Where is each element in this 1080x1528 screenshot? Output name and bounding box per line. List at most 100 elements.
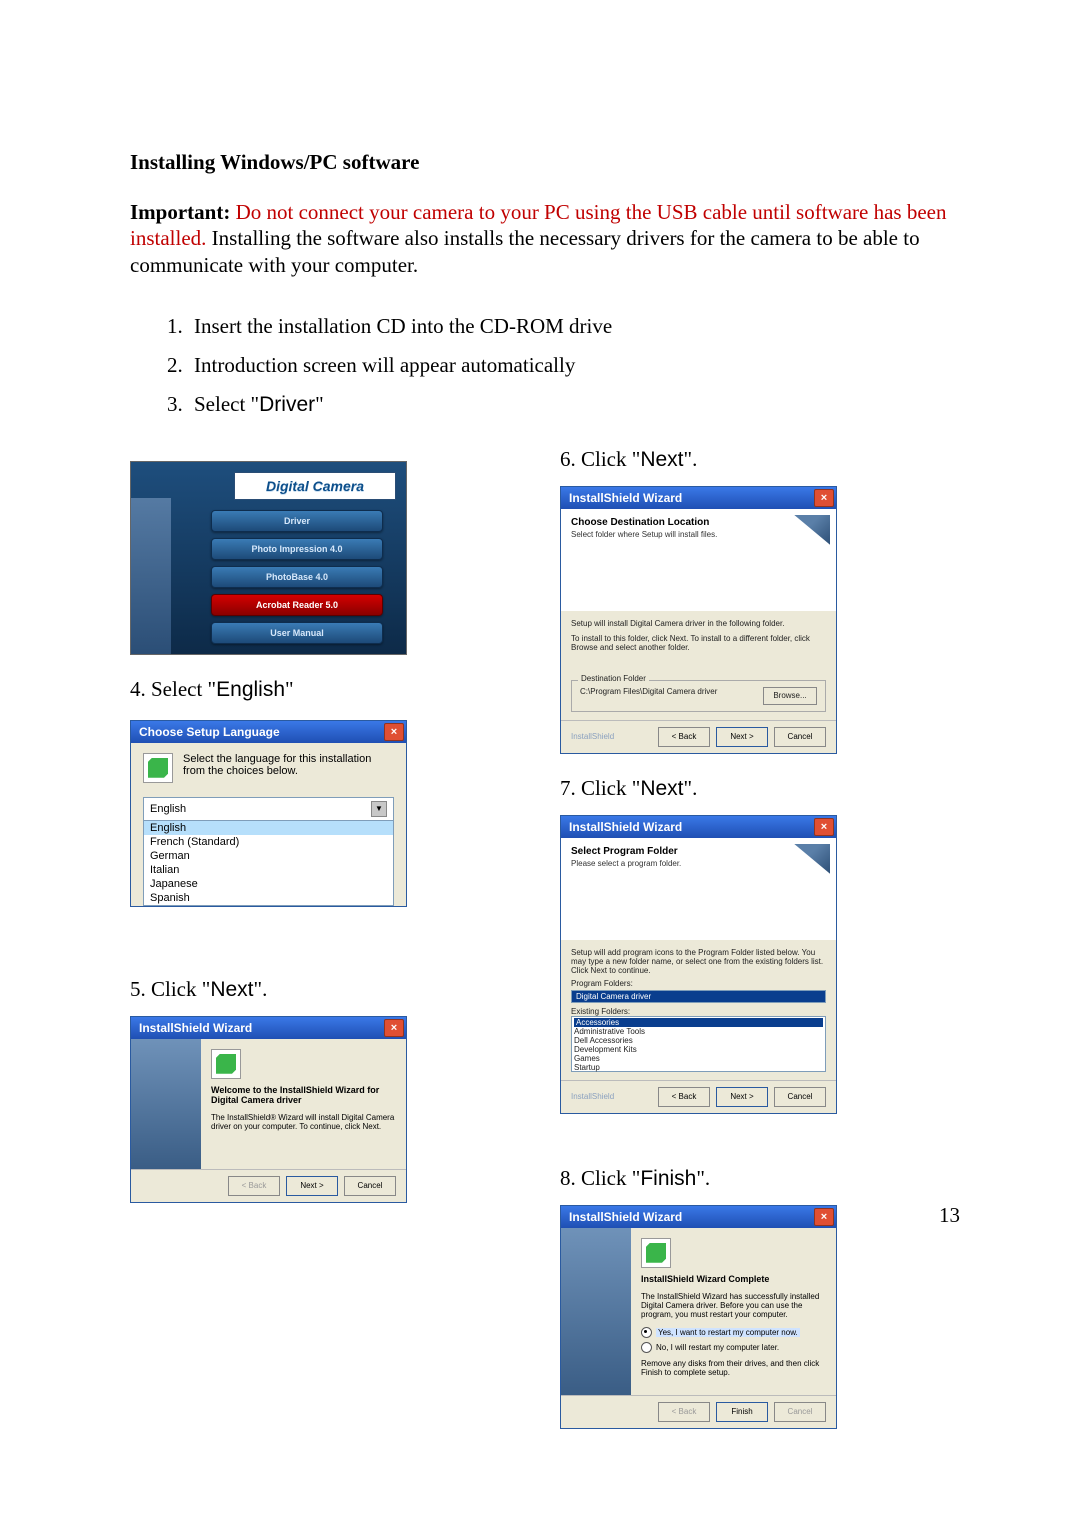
destination-text1: Setup will install Digital Camera driver…: [571, 619, 826, 628]
program-folder-input[interactable]: Digital Camera driver: [571, 990, 826, 1003]
cd-menu-item-driver[interactable]: Driver: [211, 510, 383, 532]
language-option[interactable]: Italian: [144, 863, 393, 877]
next-button[interactable]: Next >: [716, 1087, 768, 1107]
language-dialog-titlebar: Choose Setup Language ×: [131, 721, 406, 743]
restart-later-radio[interactable]: No, I will restart my computer later.: [641, 1342, 826, 1353]
intro-label: Important:: [130, 200, 230, 224]
existing-folders-label: Existing Folders:: [571, 1007, 826, 1016]
folder-option[interactable]: Development Kits: [574, 1045, 823, 1054]
step-3-quoted: Driver: [259, 393, 315, 416]
language-option[interactable]: French (Standard): [144, 835, 393, 849]
welcome-dialog-titlebar: InstallShield Wizard ×: [131, 1017, 406, 1039]
cd-menu-screenshot: Digital Camera Driver Photo Impression 4…: [130, 461, 407, 655]
cd-menu-item-photoimpression[interactable]: Photo Impression 4.0: [211, 538, 383, 560]
step-1: Insert the installation CD into the CD-R…: [188, 314, 950, 339]
back-button: < Back: [658, 1402, 710, 1422]
cancel-button[interactable]: Cancel: [344, 1176, 396, 1196]
section-heading: Installing Windows/PC software: [130, 150, 950, 175]
cd-menu-title: Digital Camera: [234, 472, 396, 500]
installshield-brand: InstallShield: [571, 732, 614, 741]
close-icon[interactable]: ×: [384, 723, 404, 741]
destination-folder-legend: Destination Folder: [578, 674, 649, 683]
back-button[interactable]: < Back: [658, 1087, 710, 1107]
step-3-tail: ": [315, 392, 324, 416]
language-selected: English: [150, 803, 186, 815]
back-button[interactable]: < Back: [658, 727, 710, 747]
language-combo[interactable]: English ▼ English French (Standard) Germ…: [143, 797, 394, 906]
program-folder-dialog: InstallShield Wizard × Select Program Fo…: [560, 815, 837, 1114]
language-option[interactable]: Spanish: [144, 891, 393, 905]
program-folder-heading: Select Program Folder: [571, 846, 826, 857]
dropdown-icon[interactable]: ▼: [371, 801, 387, 817]
destination-dialog-titlebar: InstallShield Wizard ×: [561, 487, 836, 509]
finish-button[interactable]: Finish: [716, 1402, 768, 1422]
welcome-text: The InstallShield® Wizard will install D…: [211, 1113, 396, 1131]
step-3-pre: Select ": [194, 392, 259, 416]
left-column: Digital Camera Driver Photo Impression 4…: [130, 447, 520, 1451]
finish-text: The InstallShield Wizard has successfull…: [641, 1292, 826, 1319]
cd-menu-item-photobase[interactable]: PhotoBase 4.0: [211, 566, 383, 588]
back-button: < Back: [228, 1176, 280, 1196]
installshield-brand: InstallShield: [571, 1092, 614, 1101]
language-option[interactable]: English: [144, 821, 393, 835]
finish-side-image: [561, 1228, 631, 1395]
language-dialog: Choose Setup Language × Select the langu…: [130, 720, 407, 907]
existing-folders-list[interactable]: Accessories Administrative Tools Dell Ac…: [571, 1016, 826, 1072]
folder-option[interactable]: Dell Accessories: [574, 1036, 823, 1045]
radio-icon: [641, 1342, 652, 1353]
finish-dialog-titlebar: InstallShield Wizard ×: [561, 1206, 836, 1228]
setup-icon: [211, 1049, 241, 1079]
language-option[interactable]: German: [144, 849, 393, 863]
welcome-heading: Welcome to the InstallShield Wizard for …: [211, 1085, 396, 1105]
cancel-button[interactable]: Cancel: [774, 727, 826, 747]
welcome-dialog: InstallShield Wizard × Welcome to the In…: [130, 1016, 407, 1203]
step-3: Select "Driver": [188, 392, 950, 417]
folder-option[interactable]: Administrative Tools: [574, 1027, 823, 1036]
intro-paragraph: Important: Do not connect your camera to…: [130, 199, 950, 278]
restart-now-label: Yes, I want to restart my computer now.: [656, 1328, 800, 1337]
language-option-list[interactable]: English French (Standard) German Italian…: [144, 821, 393, 905]
top-steps-list: Insert the installation CD into the CD-R…: [160, 314, 950, 417]
language-dialog-title: Choose Setup Language: [139, 725, 280, 739]
browse-button[interactable]: Browse...: [763, 687, 817, 705]
step-8: 8. Click "Finish".: [560, 1166, 950, 1191]
program-folder-label: Program Folders:: [571, 979, 826, 988]
intro-rest: Installing the software also installs th…: [130, 226, 920, 276]
document-page: Installing Windows/PC software Important…: [0, 0, 1080, 1528]
close-icon[interactable]: ×: [384, 1019, 404, 1037]
destination-dialog: InstallShield Wizard × Choose Destinatio…: [560, 486, 837, 754]
step-2: Introduction screen will appear automati…: [188, 353, 950, 378]
destination-text2: To install to this folder, click Next. T…: [571, 634, 826, 652]
next-button[interactable]: Next >: [286, 1176, 338, 1196]
step-4: 4. Select "English": [130, 677, 520, 702]
next-button[interactable]: Next >: [716, 727, 768, 747]
restart-now-radio[interactable]: Yes, I want to restart my computer now.: [641, 1327, 826, 1338]
cancel-button[interactable]: Cancel: [774, 1087, 826, 1107]
page-number: 13: [939, 1203, 960, 1228]
folder-option[interactable]: Accessories: [574, 1018, 823, 1027]
destination-sub: Select folder where Setup will install f…: [571, 530, 826, 539]
close-icon[interactable]: ×: [814, 818, 834, 836]
language-option[interactable]: Japanese: [144, 877, 393, 891]
program-folder-desc: Setup will add program icons to the Prog…: [571, 948, 826, 975]
cd-menu-item-manual[interactable]: User Manual: [211, 622, 383, 644]
finish-text-2: Remove any disks from their drives, and …: [641, 1359, 826, 1377]
program-folder-titlebar: InstallShield Wizard ×: [561, 816, 836, 838]
welcome-side-image: [131, 1039, 201, 1169]
cancel-button: Cancel: [774, 1402, 826, 1422]
cd-menu-item-acrobat[interactable]: Acrobat Reader 5.0: [211, 594, 383, 616]
folder-option[interactable]: Games: [574, 1054, 823, 1063]
folder-option[interactable]: Startup: [574, 1063, 823, 1072]
step-6: 6. Click "Next".: [560, 447, 950, 472]
close-icon[interactable]: ×: [814, 1208, 834, 1226]
step-7: 7. Click "Next".: [560, 776, 950, 801]
setup-icon: [143, 753, 173, 783]
finish-dialog: InstallShield Wizard × InstallShield Wiz…: [560, 1205, 837, 1429]
restart-later-label: No, I will restart my computer later.: [656, 1343, 779, 1352]
program-folder-sub: Please select a program folder.: [571, 859, 826, 868]
destination-heading: Choose Destination Location: [571, 517, 826, 528]
two-column-layout: Digital Camera Driver Photo Impression 4…: [130, 447, 950, 1451]
setup-icon: [641, 1238, 671, 1268]
close-icon[interactable]: ×: [814, 489, 834, 507]
radio-icon: [641, 1327, 652, 1338]
